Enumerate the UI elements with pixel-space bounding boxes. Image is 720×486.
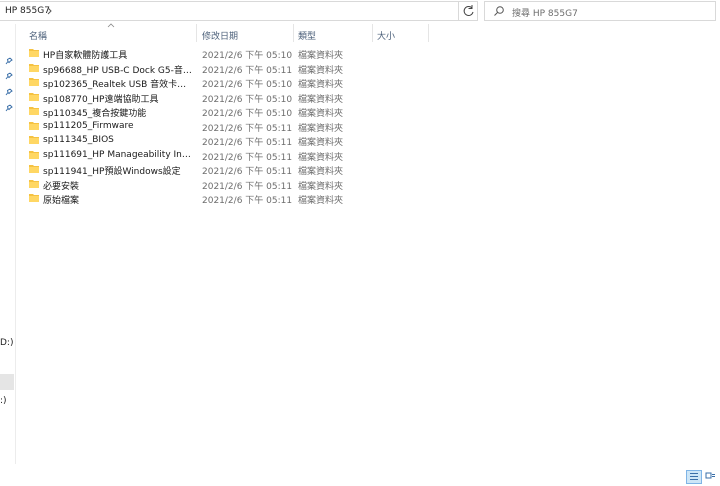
search-box[interactable]: 搜尋 HP 855G7 bbox=[484, 1, 716, 21]
list-item[interactable]: sp111205_Firmware 2021/2/6 下午 05:11 檔案資料… bbox=[24, 119, 684, 134]
item-date: 2021/2/6 下午 05:11 bbox=[202, 181, 293, 192]
item-date: 2021/2/6 下午 05:10 bbox=[202, 80, 293, 90]
item-date: 2021/2/6 下午 05:11 bbox=[202, 65, 293, 76]
column-header-name-label: 名稱 bbox=[29, 32, 48, 42]
column-header-date-label: 修改日期 bbox=[202, 32, 239, 42]
list-item[interactable]: HP自家軟體防護工具 2021/2/6 下午 05:10 檔案資料夾 bbox=[24, 46, 684, 61]
tiles-view-icon bbox=[705, 472, 715, 479]
item-type: 檔案資料夾 bbox=[298, 123, 344, 134]
folder-icon bbox=[29, 48, 39, 57]
details-view-button[interactable] bbox=[686, 470, 702, 484]
item-name: sp111691_HP Manageability Integratio... bbox=[43, 149, 193, 160]
folder-icon bbox=[29, 164, 39, 173]
list-item[interactable]: sp102365_Realtek USB 音效卡驅動程式 2021/2/6 下午… bbox=[24, 75, 684, 90]
list-item[interactable]: 原始檔案 2021/2/6 下午 05:11 檔案資料夾 bbox=[24, 191, 684, 206]
item-date: 2021/2/6 下午 05:10 bbox=[202, 109, 293, 119]
column-divider[interactable] bbox=[428, 24, 429, 42]
item-name: 原始檔案 bbox=[43, 196, 80, 206]
breadcrumb-current[interactable]: HP 855G7 bbox=[5, 6, 50, 16]
folder-icon bbox=[29, 150, 39, 159]
item-type: 檔案資料夾 bbox=[298, 109, 344, 119]
pin-icon[interactable] bbox=[5, 104, 13, 112]
list-item[interactable]: sp108770_HP遠端協助工具 2021/2/6 下午 05:10 檔案資料… bbox=[24, 90, 684, 105]
column-header-name[interactable]: 名稱 bbox=[24, 24, 196, 42]
column-header-size[interactable]: 大小 bbox=[373, 24, 428, 42]
item-name: sp110345_複合按鍵功能 bbox=[43, 109, 147, 119]
column-header-type-label: 類型 bbox=[298, 32, 317, 42]
item-name: sp102365_Realtek USB 音效卡驅動程式 bbox=[43, 80, 193, 90]
item-type: 檔案資料夾 bbox=[298, 80, 344, 90]
item-date: 2021/2/6 下午 05:10 bbox=[202, 51, 293, 61]
column-header-size-label: 大小 bbox=[377, 32, 396, 42]
item-type: 檔案資料夾 bbox=[298, 167, 344, 177]
nav-drive-label[interactable]: D:) bbox=[0, 338, 13, 348]
folder-icon bbox=[29, 92, 39, 101]
list-item[interactable]: sp111345_BIOS 2021/2/6 下午 05:11 檔案資料夾 bbox=[24, 133, 684, 148]
search-icon bbox=[493, 5, 505, 17]
folder-icon bbox=[29, 135, 39, 144]
item-name: 必要安裝 bbox=[43, 181, 80, 192]
folder-icon bbox=[29, 193, 39, 202]
item-type: 檔案資料夾 bbox=[298, 196, 344, 206]
item-date: 2021/2/6 下午 05:11 bbox=[202, 138, 293, 148]
item-type: 檔案資料夾 bbox=[298, 152, 344, 163]
list-item[interactable]: 必要安裝 2021/2/6 下午 05:11 檔案資料夾 bbox=[24, 177, 684, 192]
pin-icon[interactable] bbox=[5, 72, 13, 80]
item-name: sp111941_HP預設Windows設定 bbox=[43, 167, 181, 177]
folder-icon bbox=[29, 121, 39, 130]
refresh-button[interactable] bbox=[458, 1, 478, 21]
item-date: 2021/2/6 下午 05:11 bbox=[202, 196, 293, 206]
item-type: 檔案資料夾 bbox=[298, 138, 344, 148]
item-type: 檔案資料夾 bbox=[298, 65, 344, 76]
item-date: 2021/2/6 下午 05:11 bbox=[202, 167, 293, 177]
folder-icon bbox=[29, 63, 39, 72]
chevron-right-icon[interactable] bbox=[45, 4, 55, 18]
item-name: sp108770_HP遠端協助工具 bbox=[43, 94, 159, 105]
refresh-icon bbox=[463, 5, 474, 16]
search-placeholder[interactable]: 搜尋 HP 855G7 bbox=[512, 6, 578, 19]
navigation-pane: D:) :) bbox=[0, 24, 16, 464]
item-name: HP自家軟體防護工具 bbox=[43, 51, 128, 61]
list-item[interactable]: sp111941_HP預設Windows設定 2021/2/6 下午 05:11… bbox=[24, 162, 684, 177]
folder-icon bbox=[29, 106, 39, 115]
details-view-icon bbox=[690, 473, 698, 480]
item-type: 檔案資料夾 bbox=[298, 51, 344, 61]
file-explorer-window: HP 855G7 搜尋 HP 855G7 D:):) 名稱 修改日期 類型 大… bbox=[0, 0, 720, 486]
item-name: sp96688_HP USB-C Dock G5-音訊驅動... bbox=[43, 65, 193, 76]
address-bar[interactable]: HP 855G7 bbox=[0, 1, 477, 21]
address-toolbar: HP 855G7 搜尋 HP 855G7 bbox=[0, 0, 720, 24]
folder-icon bbox=[29, 179, 39, 188]
item-date: 2021/2/6 下午 05:11 bbox=[202, 123, 293, 134]
folder-icon bbox=[29, 77, 39, 86]
list-item[interactable]: sp110345_複合按鍵功能 2021/2/6 下午 05:10 檔案資料夾 bbox=[24, 104, 684, 119]
nav-selected-item[interactable] bbox=[0, 374, 14, 390]
item-date: 2021/2/6 下午 05:11 bbox=[202, 152, 293, 163]
item-type: 檔案資料夾 bbox=[298, 94, 344, 105]
item-date: 2021/2/6 下午 05:10 bbox=[202, 94, 293, 105]
tiles-view-button[interactable] bbox=[703, 470, 719, 484]
pin-icon[interactable] bbox=[5, 88, 13, 96]
nav-drive-label[interactable]: :) bbox=[0, 396, 7, 406]
item-name: sp111345_BIOS bbox=[43, 135, 114, 145]
pin-icon[interactable] bbox=[5, 57, 13, 65]
item-type: 檔案資料夾 bbox=[298, 181, 344, 192]
list-item[interactable]: sp96688_HP USB-C Dock G5-音訊驅動... 2021/2/… bbox=[24, 61, 684, 76]
column-header-date[interactable]: 修改日期 bbox=[197, 24, 293, 42]
item-name: sp111205_Firmware bbox=[43, 120, 134, 131]
column-header-type[interactable]: 類型 bbox=[294, 24, 372, 42]
list-item[interactable]: sp111691_HP Manageability Integratio... … bbox=[24, 148, 684, 163]
